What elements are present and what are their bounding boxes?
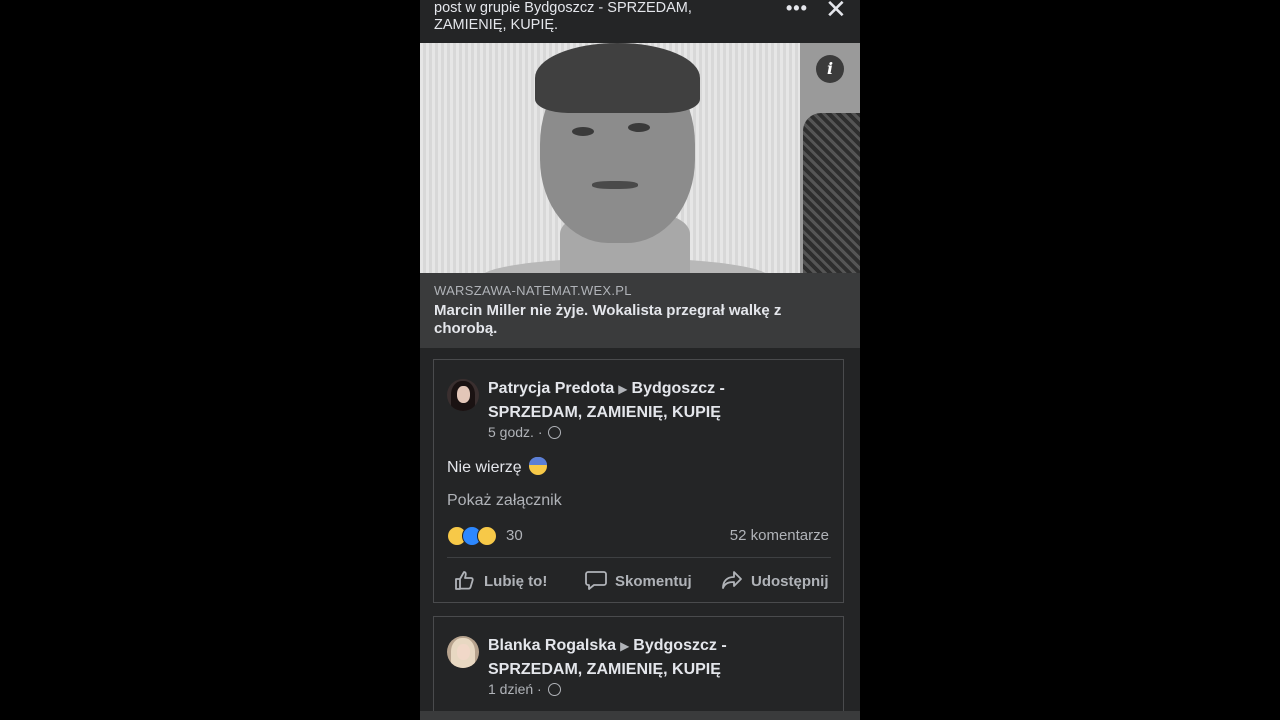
share-arrow-icon xyxy=(722,571,742,589)
group-arrow-icon: ▶ xyxy=(620,639,630,653)
post-text-line: Nie wierzę xyxy=(447,457,548,477)
header-bar: post w grupie Bydgoszcz - SPRZEDAM, ZAMI… xyxy=(420,0,860,43)
post-author-line: Blanka Rogalska ▶ Bydgoszcz - SPRZEDAM, ZA… xyxy=(488,634,778,681)
comment-count[interactable]: 52 komentarze xyxy=(730,527,829,544)
link-preview-image[interactable]: i xyxy=(420,43,860,273)
post-viewer: post w grupie Bydgoszcz - SPRZEDAM, ZAMI… xyxy=(420,0,860,720)
share-button[interactable]: Udostępnij xyxy=(721,570,829,590)
basket-shape xyxy=(803,113,860,273)
globe-icon xyxy=(548,426,562,439)
anxious-face-emoji-icon xyxy=(529,457,548,475)
post-meta: 5 godz. · xyxy=(488,424,562,440)
link-headline: Marcin Miller nie żyje. Wokalista przegr… xyxy=(434,302,782,337)
post-time[interactable]: 5 godz. · xyxy=(488,424,542,440)
like-button[interactable]: Lubię to! xyxy=(454,570,547,590)
info-icon[interactable]: i xyxy=(816,55,844,83)
link-domain: WARSZAWA-NATEMAT.WEX.PL xyxy=(434,283,632,298)
header-title: post w grupie Bydgoszcz - SPRZEDAM, ZAMI… xyxy=(434,0,692,33)
bottom-bar xyxy=(420,711,860,720)
divider xyxy=(447,557,831,558)
comment-button[interactable]: Skomentuj xyxy=(585,570,692,590)
sad-reaction-icon xyxy=(477,526,497,546)
more-options-icon[interactable]: ••• xyxy=(786,0,808,19)
person-mouth xyxy=(592,181,638,189)
like-label: Lubię to! xyxy=(484,573,548,590)
post-time[interactable]: 1 dzień · xyxy=(488,681,542,697)
post-meta: 1 dzień · xyxy=(488,681,561,697)
group-arrow-icon: ▶ xyxy=(618,382,628,396)
link-preview-caption[interactable]: WARSZAWA-NATEMAT.WEX.PL Marcin Miller ni… xyxy=(420,273,860,348)
speech-bubble-icon xyxy=(585,571,607,590)
share-label: Udostępnij xyxy=(751,573,829,590)
avatar-face xyxy=(457,644,470,660)
avatar[interactable] xyxy=(447,636,479,668)
person-eye-left xyxy=(572,127,594,136)
thumbs-up-icon xyxy=(455,571,474,590)
reaction-count: 30 xyxy=(506,527,523,544)
person-eye-right xyxy=(628,123,650,132)
globe-icon xyxy=(547,683,561,696)
avatar-face xyxy=(457,386,470,403)
person-hair xyxy=(535,43,700,113)
post-author[interactable]: Blanka Rogalska xyxy=(488,637,616,654)
show-attachment-link[interactable]: Pokaż załącznik xyxy=(447,492,562,510)
shared-post-card: Blanka Rogalska ▶ Bydgoszcz - SPRZEDAM, ZA… xyxy=(433,616,844,720)
post-author-line: Patrycja Predota ▶ Bydgoszcz - SPRZEDAM, Z… xyxy=(488,377,778,424)
post-text: Nie wierzę xyxy=(447,459,522,476)
post-author[interactable]: Patrycja Predota xyxy=(488,380,614,397)
avatar[interactable] xyxy=(447,379,479,411)
comment-label: Skomentuj xyxy=(615,573,692,590)
close-icon[interactable]: ✕ xyxy=(825,0,847,22)
shared-post-card: Patrycja Predota ▶ Bydgoszcz - SPRZEDAM, Z… xyxy=(433,359,844,603)
post-actions: Lubię to! Skomentuj Udostępnij xyxy=(434,570,845,594)
